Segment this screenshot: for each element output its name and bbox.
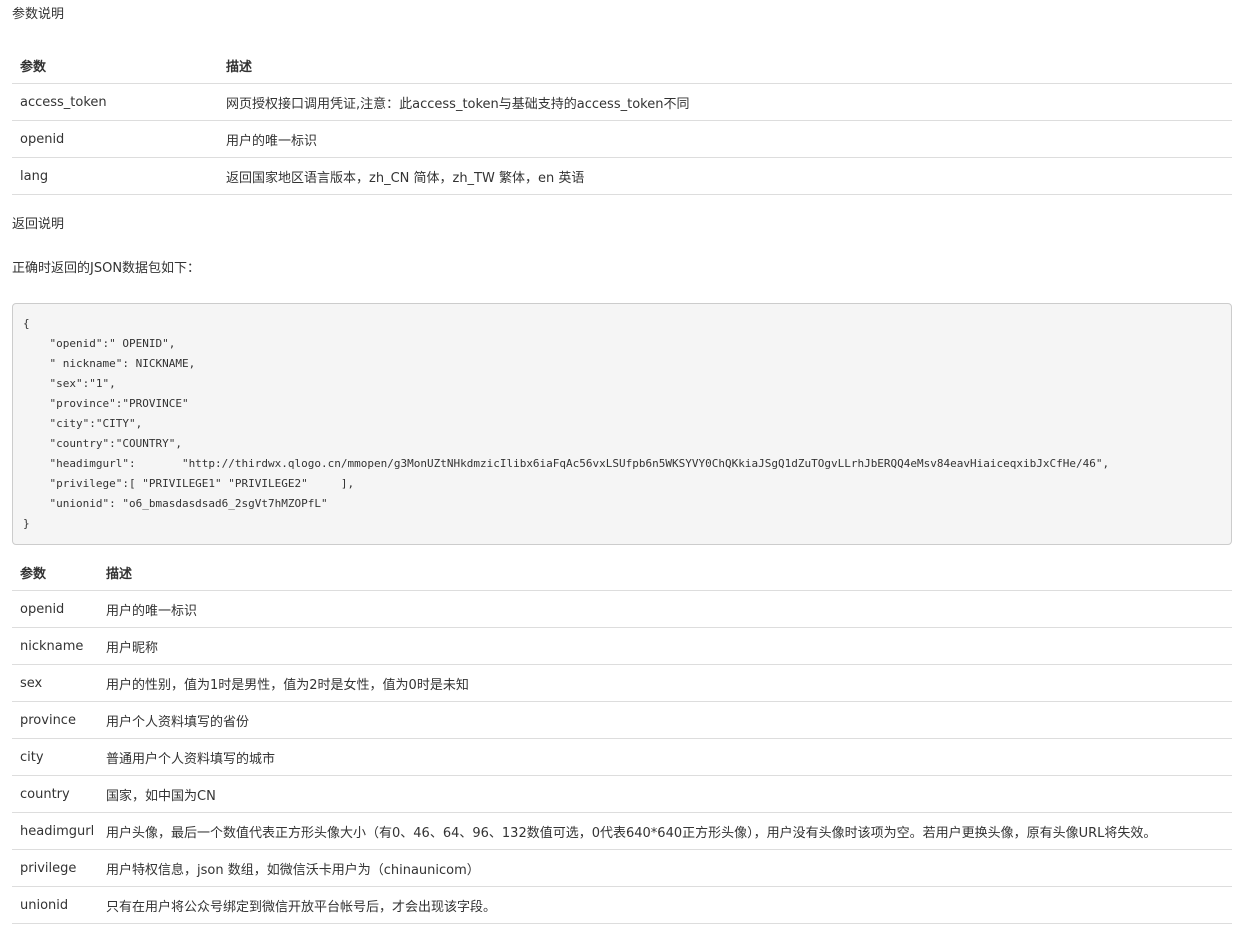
field-description: 只有在用户将公众号绑定到微信开放平台帐号后，才会出现该字段。 <box>98 886 1232 924</box>
code-line: { <box>23 317 30 330</box>
field-description: 用户特权信息，json 数组，如微信沃卡用户为（chinaunicom） <box>98 849 1232 887</box>
table-row: lang 返回国家地区语言版本，zh_CN 简体，zh_TW 繁体，en 英语 <box>12 157 1232 195</box>
field-description: 用户的唯一标识 <box>98 590 1232 628</box>
return-section-title: 返回说明 <box>12 217 65 232</box>
field-description: 国家，如中国为CN <box>98 775 1232 813</box>
json-intro-text: 正确时返回的JSON数据包如下： <box>12 261 201 276</box>
table-row: access_token 网页授权接口调用凭证,注意：此access_token… <box>12 83 1232 121</box>
params-header-desc: 描述 <box>218 48 1232 84</box>
params-table-header-row: 参数 描述 <box>12 48 1232 84</box>
params-table: 参数 描述 access_token 网页授权接口调用凭证,注意：此access… <box>12 48 1232 195</box>
code-line: " nickname": NICKNAME, <box>23 357 196 370</box>
param-name: lang <box>12 157 218 195</box>
field-name: sex <box>12 664 98 702</box>
param-description: 返回国家地区语言版本，zh_CN 简体，zh_TW 繁体，en 英语 <box>218 157 1232 195</box>
code-line: "city":"CITY", <box>23 417 143 430</box>
code-line: "headimgurl": "http://thirdwx.qlogo.cn/m… <box>23 457 1110 470</box>
field-name: headimgurl <box>12 812 98 850</box>
code-line: "province":"PROVINCE" <box>23 397 189 410</box>
fields-table-header-row: 参数 描述 <box>12 554 1232 591</box>
table-row: province 用户个人资料填写的省份 <box>12 701 1232 739</box>
param-description: 用户的唯一标识 <box>218 120 1232 158</box>
field-description: 普通用户个人资料填写的城市 <box>98 738 1232 776</box>
table-row: headimgurl 用户头像，最后一个数值代表正方形头像大小（有0、46、64… <box>12 812 1232 850</box>
table-row: privilege 用户特权信息，json 数组，如微信沃卡用户为（chinau… <box>12 849 1232 887</box>
params-section-title: 参数说明 <box>12 7 65 22</box>
fields-header-desc: 描述 <box>98 554 1232 591</box>
code-line: "country":"COUNTRY", <box>23 437 182 450</box>
field-description: 用户的性别，值为1时是男性，值为2时是女性，值为0时是未知 <box>98 664 1232 702</box>
table-row: openid 用户的唯一标识 <box>12 120 1232 158</box>
code-line: "unionid": "o6_bmasdasdsad6_2sgVt7hMZOPf… <box>23 497 328 510</box>
code-line: "sex":"1", <box>23 377 116 390</box>
param-name: access_token <box>12 83 218 121</box>
json-code-block[interactable]: { "openid":" OPENID", " nickname": NICKN… <box>12 303 1232 545</box>
field-name: city <box>12 738 98 776</box>
field-description: 用户个人资料填写的省份 <box>98 701 1232 739</box>
table-row: country 国家，如中国为CN <box>12 775 1232 813</box>
field-name: unionid <box>12 886 98 924</box>
field-name: province <box>12 701 98 739</box>
code-line: "privilege":[ "PRIVILEGE1" "PRIVILEGE2" … <box>23 477 355 490</box>
params-header-param: 参数 <box>12 48 218 84</box>
field-description: 用户昵称 <box>98 627 1232 665</box>
field-name: country <box>12 775 98 813</box>
param-description: 网页授权接口调用凭证,注意：此access_token与基础支持的access_… <box>218 83 1232 121</box>
field-name: nickname <box>12 627 98 665</box>
fields-table: 参数 描述 openid 用户的唯一标识 nickname 用户昵称 sex 用… <box>12 554 1232 924</box>
field-name: openid <box>12 590 98 628</box>
param-name: openid <box>12 120 218 158</box>
table-row: openid 用户的唯一标识 <box>12 590 1232 628</box>
fields-header-param: 参数 <box>12 554 98 591</box>
field-description: 用户头像，最后一个数值代表正方形头像大小（有0、46、64、96、132数值可选… <box>98 812 1232 850</box>
field-name: privilege <box>12 849 98 887</box>
table-row: sex 用户的性别，值为1时是男性，值为2时是女性，值为0时是未知 <box>12 664 1232 702</box>
table-row: unionid 只有在用户将公众号绑定到微信开放平台帐号后，才会出现该字段。 <box>12 886 1232 924</box>
table-row: city 普通用户个人资料填写的城市 <box>12 738 1232 776</box>
code-line: } <box>23 517 30 530</box>
code-line: "openid":" OPENID", <box>23 337 176 350</box>
table-row: nickname 用户昵称 <box>12 627 1232 665</box>
